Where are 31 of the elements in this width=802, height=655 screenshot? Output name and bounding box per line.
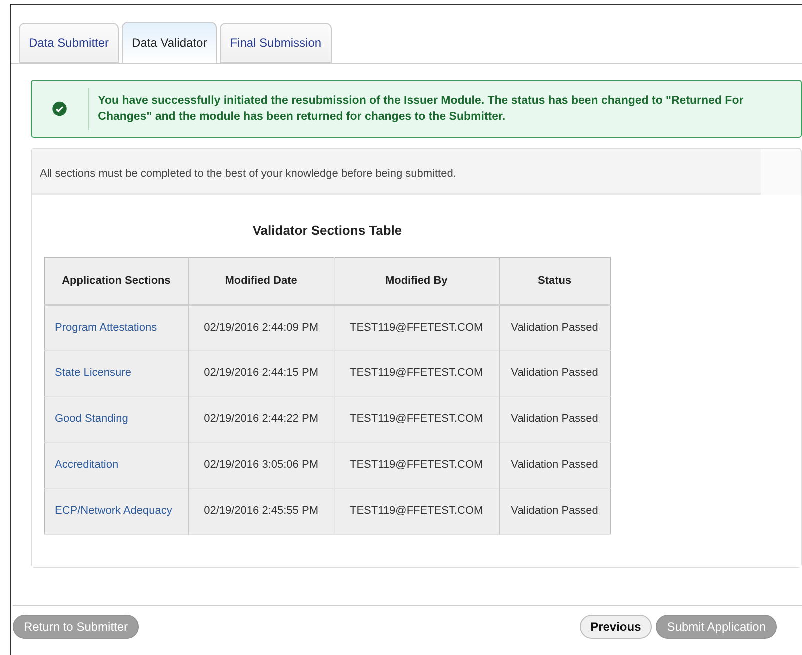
table-cell: 02/19/2016 2:45:55 PM: [188, 488, 334, 534]
section-link[interactable]: Good Standing: [44, 396, 188, 442]
table-cell: Validation Passed: [499, 304, 610, 350]
table-cell: 02/19/2016 2:44:15 PM: [188, 350, 334, 396]
table-cell: TEST119@FFETEST.COM: [334, 350, 500, 396]
column-header: Status: [499, 258, 610, 304]
column-header: Modified Date: [188, 258, 334, 304]
tab[interactable]: Data Submitter: [19, 23, 120, 63]
table-title: Validator Sections Table: [252, 223, 402, 238]
table-cell: Validation Passed: [499, 488, 610, 534]
section-link[interactable]: Accreditation: [44, 442, 188, 488]
tab[interactable]: Data Validator: [122, 22, 218, 64]
table-cell: Validation Passed: [499, 442, 610, 488]
tab[interactable]: Final Submission: [220, 23, 332, 63]
table-cell: 02/19/2016 2:44:09 PM: [188, 304, 334, 350]
section-link[interactable]: ECP/Network Adequacy: [44, 488, 188, 534]
table-cell: TEST119@FFETEST.COM: [334, 488, 500, 534]
column-header: Modified By: [334, 258, 500, 304]
table-cell: TEST119@FFETEST.COM: [334, 304, 500, 350]
action-button[interactable]: Previous: [580, 614, 652, 638]
table-cell: Validation Passed: [499, 396, 610, 442]
column-header: Application Sections: [44, 258, 188, 304]
table-cell: TEST119@FFETEST.COM: [334, 442, 500, 488]
table-cell: TEST119@FFETEST.COM: [334, 396, 500, 442]
section-link[interactable]: State Licensure: [44, 350, 188, 396]
table-cell: 02/19/2016 3:05:06 PM: [188, 442, 334, 488]
table-cell: 02/19/2016 2:44:22 PM: [188, 396, 334, 442]
table-cell: Validation Passed: [499, 350, 610, 396]
section-link[interactable]: Program Attestations: [44, 304, 188, 350]
success-message: You have successfully initiated the resubmission of the Issuer Module. The status has been changed to "Returned For Changes" and the module has been returned for changes to the Submitter.: [98, 94, 745, 125]
instructions-text: All sections must be completed to the best of your knowledge before being submitted.: [40, 168, 456, 180]
